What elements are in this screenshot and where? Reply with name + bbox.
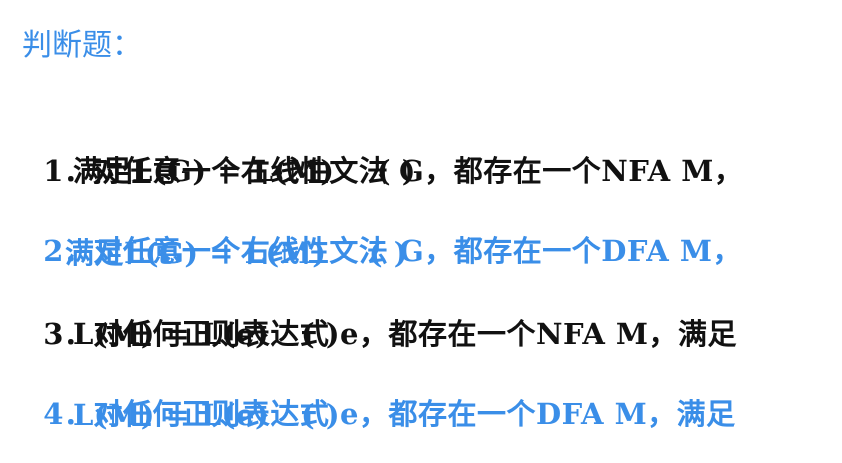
question-2-line-2: 满足L(G) = L(M) ( )	[65, 236, 408, 270]
question-4-line-2: L(M) = L(e) ( )	[73, 398, 341, 432]
question-1-line-2: 满足L(G) = L(M) ( )	[73, 154, 416, 188]
page-title: 判断题：	[22, 28, 142, 63]
question-3-line-2: L(M) = L(e) ( )	[73, 317, 341, 351]
